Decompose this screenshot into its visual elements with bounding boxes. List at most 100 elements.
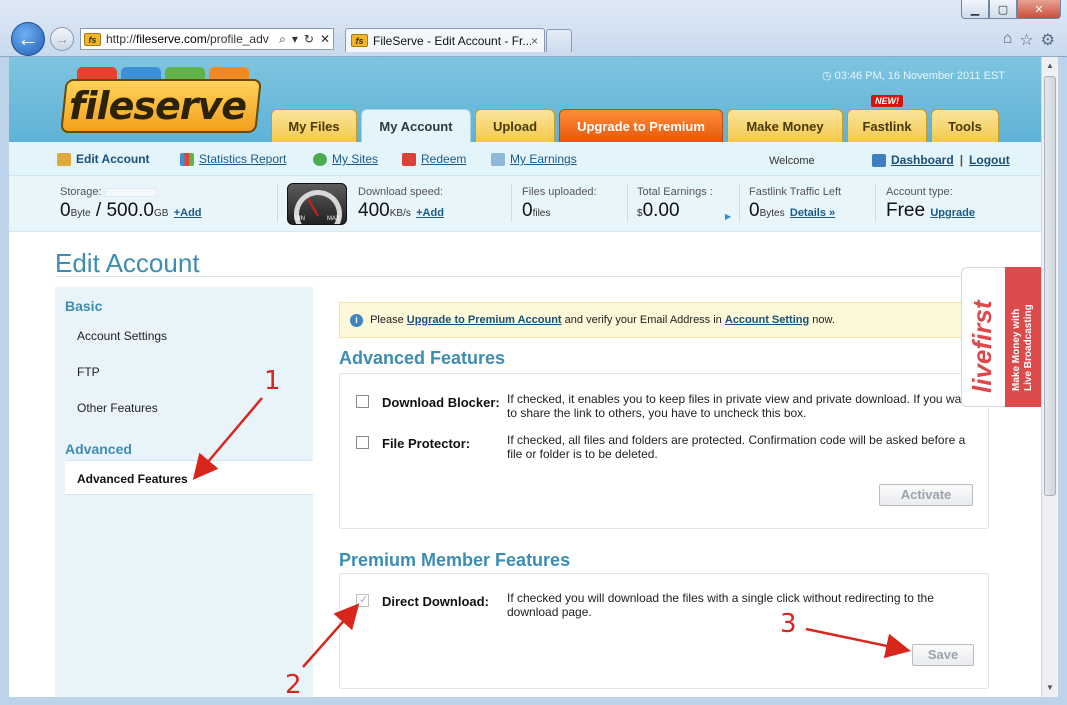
new-tab-button[interactable] [546,29,572,52]
favorites-star-icon[interactable]: ☆ [1019,30,1033,50]
tab-favicon-icon: fs [351,34,368,47]
direct-download-label: Direct Download: [382,594,489,609]
sidebar-item-advanced-features[interactable]: Advanced Features [65,460,313,495]
new-badge: NEW! [871,95,903,107]
gift-icon [402,152,416,166]
search-icon[interactable]: ⌕ [279,32,286,47]
fileserve-logo[interactable]: fileserve [57,67,267,133]
dropdown-icon[interactable]: ▾ [292,32,298,46]
site-header: fileserve ◷ 03:46 PM, 16 November 2011 ES… [9,57,1041,142]
logout-link[interactable]: Logout [969,153,1010,167]
upgrade-notice: i Please Upgrade to Premium Account and … [339,302,979,338]
stop-icon[interactable]: ✕ [320,32,330,46]
subnav-edit-account[interactable]: Edit Account [57,152,150,166]
site-favicon-icon: fs [84,32,101,46]
settings-sidebar: Basic Account Settings FTP Other Feature… [55,287,313,697]
speed-add-link[interactable]: +Add [416,207,444,219]
total-earnings-stat: Total Earnings : $0.00 [637,186,713,221]
sidebar-item-ftp[interactable]: FTP [77,365,100,379]
maximize-button[interactable]: ▢ [989,0,1017,19]
page-viewport: fileserve ◷ 03:46 PM, 16 November 2011 ES… [9,57,1041,697]
account-type-stat: Account type: Free Upgrade [886,186,975,221]
bar-chart-icon [180,152,194,166]
livefirst-logo: livefirst [967,300,997,394]
upgrade-link[interactable]: Upgrade [930,207,975,219]
upgrade-premium-link[interactable]: Upgrade to Premium Account [407,314,562,326]
address-url[interactable]: http://fileserve.com/profile_adv [106,32,276,46]
fastlink-traffic-stat: Fastlink Traffic Left 0Bytes Details » [749,186,842,221]
tab-upgrade-premium[interactable]: Upgrade to Premium [559,109,723,142]
livefirst-ad-banner[interactable]: livefirst Make Money with Live Broadcast… [961,267,1041,407]
download-blocker-label: Download Blocker: [382,395,500,410]
file-protector-checkbox[interactable] [356,436,369,449]
scrollbar-thumb[interactable] [1044,76,1056,496]
sidebar-item-other-features[interactable]: Other Features [77,401,158,415]
forward-arrow-icon: → [55,31,69,47]
tab-tools[interactable]: Tools [931,109,999,142]
tab-upload[interactable]: Upload [475,109,555,142]
save-button[interactable]: Save [912,644,974,666]
annotation-step-3: 3 [780,609,797,639]
annotation-step-2: 2 [285,670,302,700]
tab-my-account[interactable]: My Account [361,109,471,142]
scroll-up-arrow-icon[interactable]: ▲ [1042,57,1058,74]
subnav-statistics-report[interactable]: Statistics Report [180,152,286,166]
subnav-my-sites[interactable]: My Sites [313,152,378,166]
vertical-scrollbar[interactable]: ▲ ▼ [1041,57,1058,697]
direct-download-desc: If checked you will download the files w… [507,591,934,619]
globe-icon [313,152,327,166]
subnav-my-earnings[interactable]: My Earnings [491,152,577,166]
minimize-button[interactable]: ▁ [961,0,989,19]
direct-download-checkbox[interactable] [356,593,369,607]
account-subnav: Edit Account Statistics Report My Sites … [9,142,1041,176]
speed-gauge-icon: MIN MAX [287,183,347,225]
traffic-details-link[interactable]: Details » [790,207,835,219]
files-uploaded-stat: Files uploaded: 0files [522,186,597,221]
refresh-icon[interactable]: ↻ [304,32,314,46]
download-speed-stat: Download speed: 400KB/s +Add [358,186,444,221]
premium-features-panel: Direct Download: If checked you will dow… [339,573,989,689]
account-setting-link[interactable]: Account Setting [725,314,809,326]
storage-add-link[interactable]: +Add [174,207,202,219]
scroll-down-arrow-icon[interactable]: ▼ [1042,679,1058,696]
welcome-text: Welcome [769,155,815,167]
window-controls: ▁ ▢ ✕ [961,0,1061,19]
annotation-step-1: 1 [264,366,281,396]
clock-icon: ◷ [822,70,832,82]
close-tab-icon[interactable]: × [531,34,538,48]
subnav-redeem[interactable]: Redeem [402,152,466,166]
earnings-icon [491,152,505,166]
home-icon[interactable]: ⌂ [1003,30,1013,50]
tab-fastlink[interactable]: NEW! Fastlink [847,95,927,142]
subnav-dashboard-logout: Dashboard | Logout [872,153,1010,167]
forward-button[interactable]: → [50,27,74,51]
sidebar-item-account-settings[interactable]: Account Settings [77,329,167,343]
dashboard-icon [872,153,886,167]
dashboard-link[interactable]: Dashboard [891,153,954,167]
tab-make-money[interactable]: Make Money [727,109,843,142]
tab-my-files[interactable]: My Files [271,109,357,142]
back-arrow-icon: ← [17,26,39,51]
premium-features-heading: Premium Member Features [339,550,571,570]
edit-icon [57,152,71,166]
download-blocker-desc: If checked, it enables you to keep files… [507,392,972,420]
account-stats-bar: Storage: 0Byte / 500.0GB +Add MIN MAX Dow… [9,176,1041,232]
close-window-button[interactable]: ✕ [1017,0,1061,19]
earnings-play-icon[interactable]: ▶ [725,212,731,221]
info-icon: i [350,314,363,327]
address-bar[interactable]: fs http://fileserve.com/profile_adv ⌕ ▾ … [80,28,334,50]
download-blocker-checkbox[interactable] [356,395,369,408]
back-button[interactable]: ← [11,22,45,56]
main-nav-tabs: My Files My Account Upload Upgrade to Pr… [271,95,999,142]
advanced-features-panel: Download Blocker: If checked, it enables… [339,373,989,529]
file-protector-label: File Protector: [382,436,471,451]
browser-tab[interactable]: fs FileServe - Edit Account - Fr... × [345,28,545,52]
gear-icon[interactable]: ⚙ [1041,30,1055,50]
file-protector-desc: If checked, all files and folders are pr… [507,433,966,461]
storage-meter [104,187,157,197]
activate-button[interactable]: Activate [879,484,973,506]
sidebar-heading-advanced: Advanced [65,441,132,457]
logo-text: fileserve [69,84,247,128]
sidebar-heading-basic: Basic [65,298,103,314]
browser-toolbar-icons: ⌂ ☆ ⚙ [1003,30,1055,50]
